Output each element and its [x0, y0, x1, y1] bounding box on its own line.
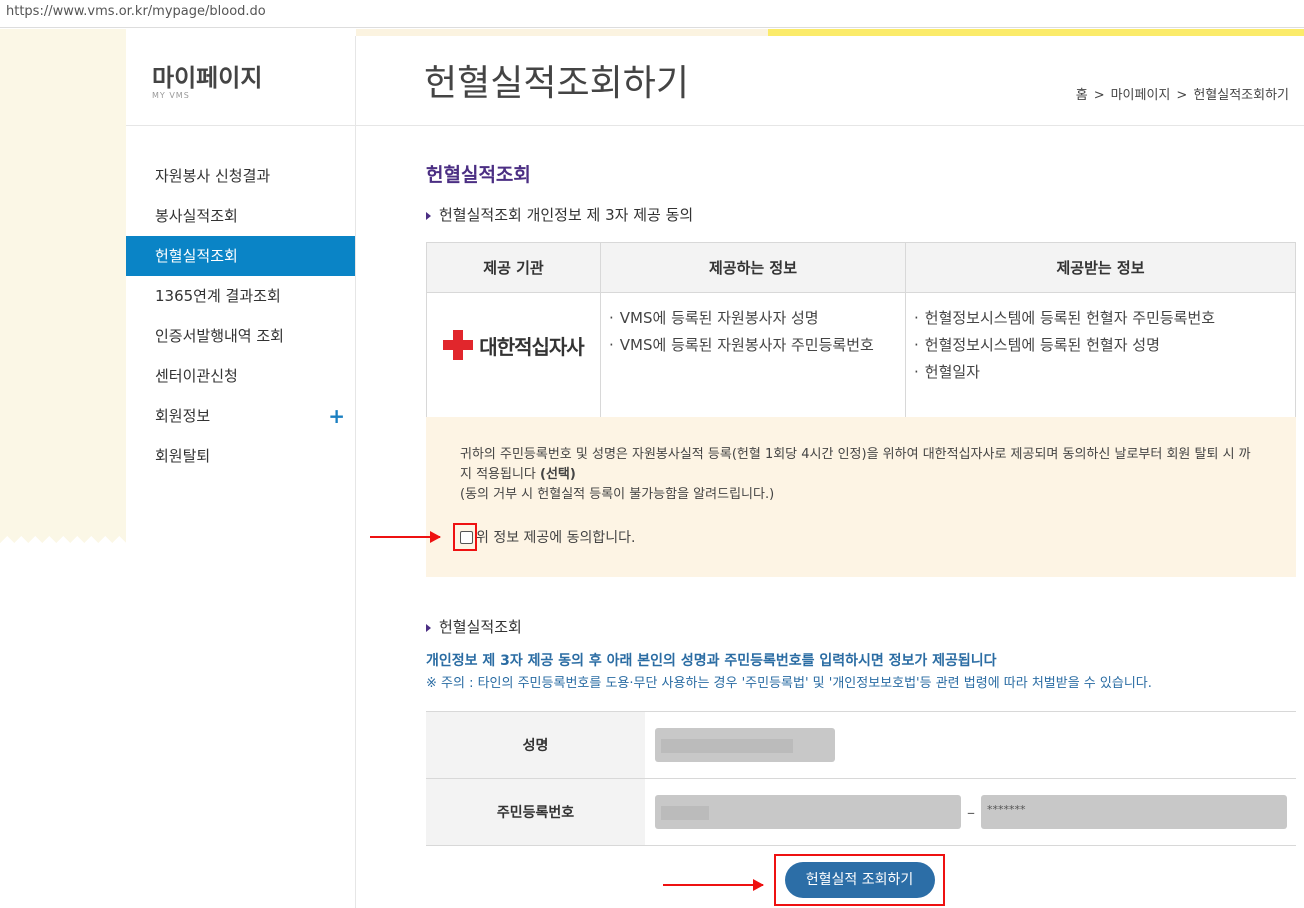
background-decoration-left [0, 29, 126, 543]
sidebar-item-label: 헌혈실적조회 [155, 247, 238, 265]
consent-heading: 헌혈실적조회 개인정보 제 3자 제공 동의 [426, 204, 693, 225]
background-decoration-yellow [768, 29, 1304, 36]
consent-text-note: (동의 거부 시 헌혈실적 등록이 불가능함을 알려드립니다.) [460, 487, 775, 502]
breadcrumb: 홈 > 마이페이지 > 헌혈실적조회하기 [1073, 84, 1292, 103]
sidebar-item-label: 인증서발행내역 조회 [155, 327, 284, 345]
sidebar-item-volunteer-application-result[interactable]: 자원봉사 신청결과 [126, 156, 355, 196]
page-header: 헌혈실적조회하기 홈 > 마이페이지 > 헌혈실적조회하기 [356, 36, 1304, 126]
sidebar-item-center-transfer[interactable]: 센터이관신청 [126, 356, 355, 396]
redaction-mask [661, 806, 709, 820]
list-item: 헌혈정보시스템에 등록된 헌혈자 주민등록번호 [914, 307, 1287, 328]
rrn-back-input[interactable]: ******* [981, 795, 1287, 829]
list-item: 헌혈일자 [914, 361, 1287, 382]
consent-heading-text: 헌혈실적조회 개인정보 제 3자 제공 동의 [439, 206, 694, 224]
red-arrow-icon [663, 879, 764, 891]
org-cell: 대한적십자사 [426, 292, 601, 426]
sidebar-item-label: 회원탈퇴 [155, 447, 211, 465]
table-header: 제공하는 정보 [600, 242, 906, 293]
lookup-heading: 헌혈실적조회 [426, 616, 522, 637]
sidebar-item-withdrawal[interactable]: 회원탈퇴 [126, 436, 355, 476]
breadcrumb-home[interactable]: 홈 [1076, 88, 1088, 103]
address-bar[interactable]: https://www.vms.or.kr/mypage/blood.do [0, 0, 1304, 28]
sidebar-menu: 자원봉사 신청결과 봉사실적조회 헌혈실적조회 1365연계 결과조회 인증서발… [126, 156, 355, 476]
rrn-cell: – ******* [645, 778, 1296, 846]
sidebar-item-blood-donation-record[interactable]: 헌혈실적조회 [126, 236, 355, 276]
received-info-cell: 헌혈정보시스템에 등록된 헌혈자 주민등록번호 헌혈정보시스템에 등록된 헌혈자… [905, 292, 1296, 426]
guide-text: 개인정보 제 3자 제공 동의 후 아래 본인의 성명과 주민등록번호를 입력하… [426, 653, 997, 669]
triangle-bullet-icon [426, 211, 431, 220]
consent-info-table: 제공 기관 제공하는 정보 제공받는 정보 대한적십자사 VMS에 등록된 자원… [426, 242, 1296, 426]
red-arrow-icon [370, 531, 441, 543]
breadcrumb-current: 헌혈실적조회하기 [1193, 88, 1289, 103]
submit-highlight-box: 헌혈실적 조회하기 [774, 854, 945, 906]
sidebar-title: 마이페이지 [152, 64, 263, 92]
sidebar-header: 마이페이지 MY VMS [126, 36, 355, 126]
rrn-front-input[interactable] [655, 795, 961, 829]
name-label: 성명 [426, 711, 645, 779]
sidebar-item-service-record[interactable]: 봉사실적조회 [126, 196, 355, 236]
agree-label[interactable]: 위 정보 제공에 동의합니다. [476, 527, 635, 547]
sidebar-item-label: 1365연계 결과조회 [155, 287, 281, 305]
agree-row[interactable]: 위 정보 제공에 동의합니다. [460, 527, 635, 547]
lookup-form: 성명 주민등록번호 – ******* [426, 711, 1296, 846]
consent-text-main: 귀하의 주민등록번호 및 성명은 자원봉사실적 등록(헌혈 1회당 4시간 인정… [460, 447, 1251, 482]
provided-info-cell: VMS에 등록된 자원봉사자 성명 VMS에 등록된 자원봉사자 주민등록번호 [600, 292, 906, 426]
sidebar-item-1365-result[interactable]: 1365연계 결과조회 [126, 276, 355, 316]
lookup-heading-text: 헌혈실적조회 [439, 618, 522, 636]
sidebar-item-member-info[interactable]: 회원정보 + [126, 396, 355, 436]
consent-text: 귀하의 주민등록번호 및 성명은 자원봉사실적 등록(헌혈 1회당 4시간 인정… [460, 445, 1260, 505]
list-item: VMS에 등록된 자원봉사자 성명 [609, 307, 897, 328]
background-decoration-top [356, 29, 768, 36]
page-title: 헌혈실적조회하기 [424, 63, 689, 104]
list-item: VMS에 등록된 자원봉사자 주민등록번호 [609, 334, 897, 355]
sidebar-item-certificate-history[interactable]: 인증서발행내역 조회 [126, 316, 355, 356]
redaction-mask [661, 739, 793, 753]
rrn-dash: – [967, 802, 975, 822]
sidebar-item-label: 봉사실적조회 [155, 207, 238, 225]
main-content: 헌혈실적조회하기 홈 > 마이페이지 > 헌혈실적조회하기 헌혈실적조회 헌혈실적조회 … [356, 36, 1304, 908]
sidebar-item-label: 자원봉사 신청결과 [155, 167, 271, 185]
table-header: 제공 기관 [426, 242, 601, 293]
sidebar-item-label: 회원정보 [155, 407, 211, 425]
triangle-bullet-icon [426, 623, 431, 632]
warning-text: ※ 주의 : 타인의 주민등록번호를 도용·무단 사용하는 경우 '주민등록법'… [426, 676, 1152, 691]
name-input[interactable] [655, 728, 835, 762]
checkbox-highlight-box [453, 523, 477, 551]
breadcrumb-separator: > [1093, 88, 1105, 103]
org-name: 대한적십자사 [479, 334, 584, 359]
red-cross-logo: 대한적십자사 [435, 307, 592, 383]
list-item: 헌혈정보시스템에 등록된 헌혈자 성명 [914, 334, 1287, 355]
sidebar-item-label: 센터이관신청 [155, 367, 238, 385]
table-header: 제공받는 정보 [905, 242, 1296, 293]
breadcrumb-mypage[interactable]: 마이페이지 [1111, 88, 1171, 103]
plus-icon[interactable]: + [328, 396, 345, 436]
breadcrumb-separator: > [1176, 88, 1188, 103]
consent-optional-label: (선택) [540, 467, 576, 482]
rrn-label: 주민등록번호 [426, 778, 645, 846]
rrn-back-value: ******* [987, 803, 1026, 816]
name-cell [645, 711, 1296, 779]
section-title: 헌혈실적조회 [426, 164, 531, 186]
sidebar: 마이페이지 MY VMS 자원봉사 신청결과 봉사실적조회 헌혈실적조회 136… [126, 36, 356, 908]
submit-lookup-button[interactable]: 헌혈실적 조회하기 [784, 862, 935, 898]
red-cross-icon [443, 330, 474, 360]
sidebar-subtitle: MY VMS [152, 91, 190, 100]
consent-box: 귀하의 주민등록번호 및 성명은 자원봉사실적 등록(헌혈 1회당 4시간 인정… [426, 417, 1296, 577]
